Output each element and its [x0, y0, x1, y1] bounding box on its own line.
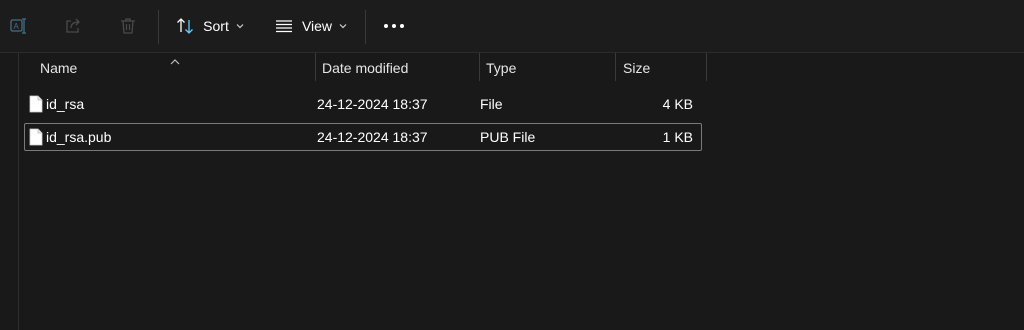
column-header-name[interactable]: Name: [40, 53, 310, 83]
column-divider[interactable]: [315, 53, 316, 81]
column-header-date-label: Date modified: [322, 60, 409, 76]
file-row[interactable]: id_rsa 24-12-2024 18:37 File 4 KB: [24, 90, 702, 118]
command-bar: A Sort View: [0, 0, 1024, 53]
delete-button[interactable]: [113, 8, 143, 44]
file-row[interactable]: id_rsa.pub 24-12-2024 18:37 PUB File 1 K…: [24, 123, 702, 151]
column-divider[interactable]: [479, 53, 480, 81]
view-button[interactable]: View: [268, 8, 354, 44]
share-button[interactable]: [58, 8, 88, 44]
more-options-button[interactable]: [376, 8, 412, 44]
chevron-down-icon: [338, 21, 348, 31]
file-type: File: [480, 96, 503, 112]
delete-icon: [118, 16, 138, 36]
column-header-date-modified[interactable]: Date modified: [322, 53, 472, 83]
chevron-down-icon: [235, 21, 245, 31]
column-header-type-label: Type: [486, 60, 517, 76]
column-header-name-label: Name: [40, 60, 78, 76]
file-list: Name Date modified Type Size id_rsa 24-1…: [18, 53, 1024, 330]
column-header-size[interactable]: Size: [623, 53, 703, 83]
more-icon: [383, 23, 405, 29]
column-divider[interactable]: [706, 53, 707, 81]
file-name: id_rsa.pub: [46, 129, 112, 145]
svg-text:A: A: [14, 22, 20, 31]
column-header-size-label: Size: [623, 60, 651, 76]
file-size: 1 KB: [662, 129, 693, 145]
view-icon: [274, 16, 294, 36]
file-size: 4 KB: [662, 96, 693, 112]
file-date-modified: 24-12-2024 18:37: [317, 129, 428, 145]
file-date-modified: 24-12-2024 18:37: [317, 96, 428, 112]
file-icon: [29, 128, 43, 151]
toolbar-separator: [158, 10, 159, 44]
share-icon: [63, 16, 83, 36]
file-type: PUB File: [480, 129, 536, 145]
rename-button[interactable]: A: [4, 8, 34, 44]
sort-icon: [175, 16, 195, 36]
column-divider[interactable]: [615, 53, 616, 81]
view-label: View: [301, 18, 333, 34]
file-icon: [29, 95, 43, 118]
file-name: id_rsa: [46, 96, 85, 112]
rename-icon: A: [9, 16, 29, 36]
sort-label: Sort: [203, 18, 229, 34]
column-header-type[interactable]: Type: [486, 53, 611, 83]
toolbar-separator: [365, 10, 366, 44]
sort-button[interactable]: Sort: [168, 8, 252, 44]
